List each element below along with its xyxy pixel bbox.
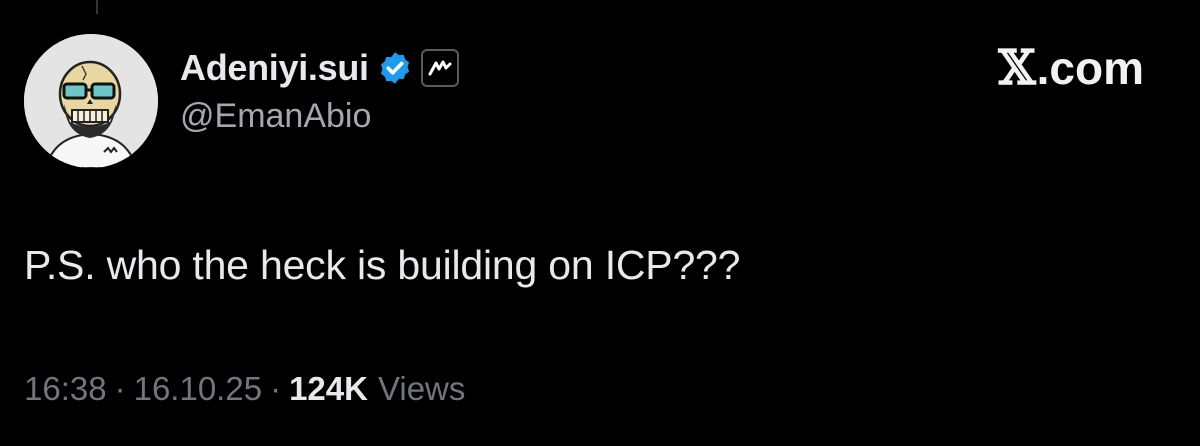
- x-com-watermark: 𝕏 .com: [998, 40, 1144, 96]
- tweet-date[interactable]: 16.10.25: [134, 370, 262, 408]
- tweet-meta: 16:38 · 16.10.25 · 124K Views: [24, 370, 465, 408]
- tweet-text: P.S. who the heck is building on ICP???: [24, 242, 741, 288]
- tweet-time[interactable]: 16:38: [24, 370, 107, 408]
- affiliate-badge-icon[interactable]: [420, 49, 459, 87]
- views-count[interactable]: 124K: [289, 370, 368, 408]
- author-name-row: Adeniyi.sui: [180, 44, 459, 92]
- author-handle[interactable]: @EmanAbio: [180, 97, 371, 136]
- skull-avatar-icon: [24, 34, 158, 168]
- meta-separator: ·: [270, 370, 282, 407]
- verified-badge-icon: [377, 50, 413, 86]
- display-name[interactable]: Adeniyi.sui: [180, 47, 369, 89]
- views-label: Views: [377, 370, 466, 407]
- avatar[interactable]: [24, 34, 158, 168]
- brand-domain: .com: [1036, 42, 1144, 94]
- meta-separator: ·: [114, 370, 126, 407]
- x-logo-icon: 𝕏: [998, 40, 1036, 96]
- thread-connector-line: [96, 0, 98, 14]
